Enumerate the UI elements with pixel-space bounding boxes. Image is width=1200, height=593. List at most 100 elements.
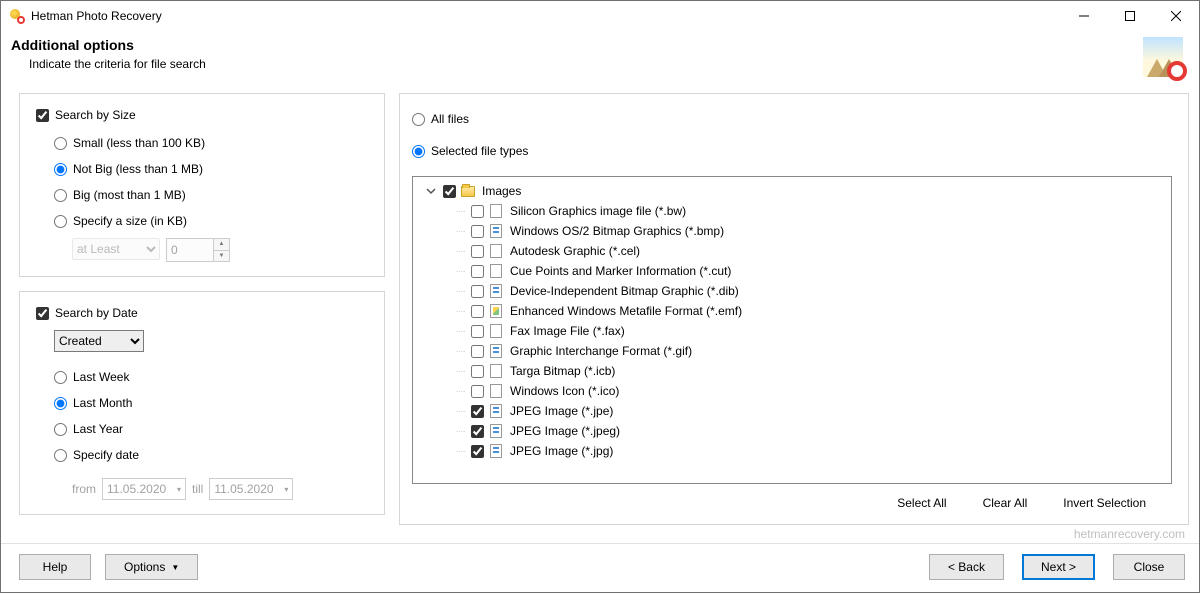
clear-all-link[interactable]: Clear All	[983, 496, 1028, 510]
close-footer-button[interactable]: Close	[1113, 554, 1185, 580]
next-button[interactable]: Next >	[1022, 554, 1095, 580]
tree-item-checkbox[interactable]	[471, 385, 484, 398]
size-mode-select[interactable]: at Least	[72, 238, 160, 260]
date-till-input[interactable]: 11.05.2020▾	[209, 478, 293, 500]
size-notbig-radio[interactable]: Not Big (less than 1 MB)	[54, 158, 368, 180]
collapse-icon[interactable]	[425, 185, 437, 197]
tree-item-label: Silicon Graphics image file (*.bw)	[510, 204, 686, 218]
size-small-radio[interactable]: Small (less than 100 KB)	[54, 132, 368, 154]
chevron-down-icon: ▼	[171, 563, 179, 572]
minimize-button[interactable]	[1061, 1, 1107, 30]
tree-item-checkbox[interactable]	[471, 425, 484, 438]
tree-item-checkbox[interactable]	[471, 205, 484, 218]
tree-item-label: JPEG Image (*.jpeg)	[510, 424, 620, 438]
tree-item[interactable]: ····Targa Bitmap (*.icb)	[415, 361, 1169, 381]
tree-item[interactable]: ····JPEG Image (*.jpe)	[415, 401, 1169, 421]
select-all-link[interactable]: Select All	[897, 496, 946, 510]
tree-item-checkbox[interactable]	[471, 405, 484, 418]
file-icon	[488, 263, 504, 279]
options-button[interactable]: Options▼	[105, 554, 198, 580]
tree-item[interactable]: ····Windows OS/2 Bitmap Graphics (*.bmp)	[415, 221, 1169, 241]
date-lastweek-radio[interactable]: Last Week	[54, 366, 368, 388]
date-lastyear-radio[interactable]: Last Year	[54, 418, 368, 440]
file-icon	[488, 443, 504, 459]
page-subtitle: Indicate the criteria for file search	[29, 57, 206, 71]
tree-item-checkbox[interactable]	[471, 225, 484, 238]
tree-item[interactable]: ····Cue Points and Marker Information (*…	[415, 261, 1169, 281]
titlebar: Hetman Photo Recovery	[1, 1, 1199, 31]
tree-item-checkbox[interactable]	[471, 285, 484, 298]
tree-item-checkbox[interactable]	[471, 445, 484, 458]
date-from-input[interactable]: 11.05.2020▾	[102, 478, 186, 500]
date-panel: Search by Date Created Last Week Last Mo…	[19, 291, 385, 515]
tree-item-label: Windows OS/2 Bitmap Graphics (*.bmp)	[510, 224, 724, 238]
tree-item[interactable]: ····Autodesk Graphic (*.cel)	[415, 241, 1169, 261]
app-window: Hetman Photo Recovery Additional options…	[0, 0, 1200, 593]
size-panel: Search by Size Small (less than 100 KB) …	[19, 93, 385, 277]
tree-root-checkbox[interactable]	[443, 185, 456, 198]
file-icon	[488, 383, 504, 399]
right-column: All files Selected file types Images ····…	[399, 93, 1189, 525]
tree-item-label: Fax Image File (*.fax)	[510, 324, 625, 338]
tree-item[interactable]: ····Graphic Interchange Format (*.gif)	[415, 341, 1169, 361]
app-icon	[9, 8, 25, 24]
file-icon	[488, 303, 504, 319]
file-icon	[488, 403, 504, 419]
header-illustration	[1143, 37, 1183, 77]
file-icon	[488, 323, 504, 339]
file-icon	[488, 203, 504, 219]
till-label: till	[192, 482, 203, 496]
tree-item-label: Graphic Interchange Format (*.gif)	[510, 344, 692, 358]
tree-item[interactable]: ····Fax Image File (*.fax)	[415, 321, 1169, 341]
file-icon	[488, 343, 504, 359]
page-title: Additional options	[11, 37, 206, 53]
search-by-size-checkbox[interactable]: Search by Size	[36, 108, 368, 122]
filetype-tree[interactable]: Images ····Silicon Graphics image file (*…	[413, 177, 1171, 483]
left-column: Search by Size Small (less than 100 KB) …	[19, 93, 385, 525]
brand-link[interactable]: hetmanrecovery.com	[1, 525, 1199, 543]
tree-item-label: Enhanced Windows Metafile Format (*.emf)	[510, 304, 742, 318]
search-by-date-checkbox[interactable]: Search by Date	[36, 306, 368, 320]
tree-item[interactable]: ····JPEG Image (*.jpg)	[415, 441, 1169, 461]
maximize-button[interactable]	[1107, 1, 1153, 30]
tree-root-images[interactable]: Images	[415, 181, 1169, 201]
tree-item-checkbox[interactable]	[471, 365, 484, 378]
filetype-panel: All files Selected file types Images ····…	[399, 93, 1189, 525]
scope-selected-radio[interactable]: Selected file types	[412, 140, 1172, 162]
tree-item-label: Cue Points and Marker Information (*.cut…	[510, 264, 731, 278]
size-value-input[interactable]	[167, 239, 213, 261]
tree-item[interactable]: ····Silicon Graphics image file (*.bw)	[415, 201, 1169, 221]
file-icon	[488, 363, 504, 379]
date-range-controls: from 11.05.2020▾ till 11.05.2020▾	[72, 478, 368, 500]
scope-all-radio[interactable]: All files	[412, 108, 1172, 130]
back-button[interactable]: < Back	[929, 554, 1004, 580]
date-lastmonth-radio[interactable]: Last Month	[54, 392, 368, 414]
tree-item-label: Targa Bitmap (*.icb)	[510, 364, 615, 378]
tree-root-label: Images	[482, 184, 521, 198]
size-specify-radio[interactable]: Specify a size (in KB)	[54, 210, 368, 232]
tree-item[interactable]: ····Enhanced Windows Metafile Format (*.…	[415, 301, 1169, 321]
tree-item[interactable]: ····Windows Icon (*.ico)	[415, 381, 1169, 401]
file-icon	[488, 283, 504, 299]
tree-item-checkbox[interactable]	[471, 345, 484, 358]
tree-item[interactable]: ····JPEG Image (*.jpeg)	[415, 421, 1169, 441]
tree-item-label: JPEG Image (*.jpg)	[510, 444, 613, 458]
date-criteria-select[interactable]: Created	[54, 330, 144, 352]
body: Search by Size Small (less than 100 KB) …	[1, 87, 1199, 525]
tree-item-checkbox[interactable]	[471, 325, 484, 338]
size-big-radio[interactable]: Big (most than 1 MB)	[54, 184, 368, 206]
help-button[interactable]: Help	[19, 554, 91, 580]
size-checkbox-label: Search by Size	[55, 108, 136, 122]
tree-item-checkbox[interactable]	[471, 245, 484, 258]
size-spinner[interactable]: ▲▼	[213, 239, 229, 261]
from-label: from	[72, 482, 96, 496]
tree-item-label: Device-Independent Bitmap Graphic (*.dib…	[510, 284, 739, 298]
tree-item-checkbox[interactable]	[471, 265, 484, 278]
tree-item-checkbox[interactable]	[471, 305, 484, 318]
close-button[interactable]	[1153, 1, 1199, 30]
page-header: Additional options Indicate the criteria…	[1, 31, 1199, 87]
date-specify-radio[interactable]: Specify date	[54, 444, 368, 466]
size-specify-controls: at Least ▲▼	[72, 238, 368, 262]
invert-selection-link[interactable]: Invert Selection	[1063, 496, 1146, 510]
tree-item[interactable]: ····Device-Independent Bitmap Graphic (*…	[415, 281, 1169, 301]
